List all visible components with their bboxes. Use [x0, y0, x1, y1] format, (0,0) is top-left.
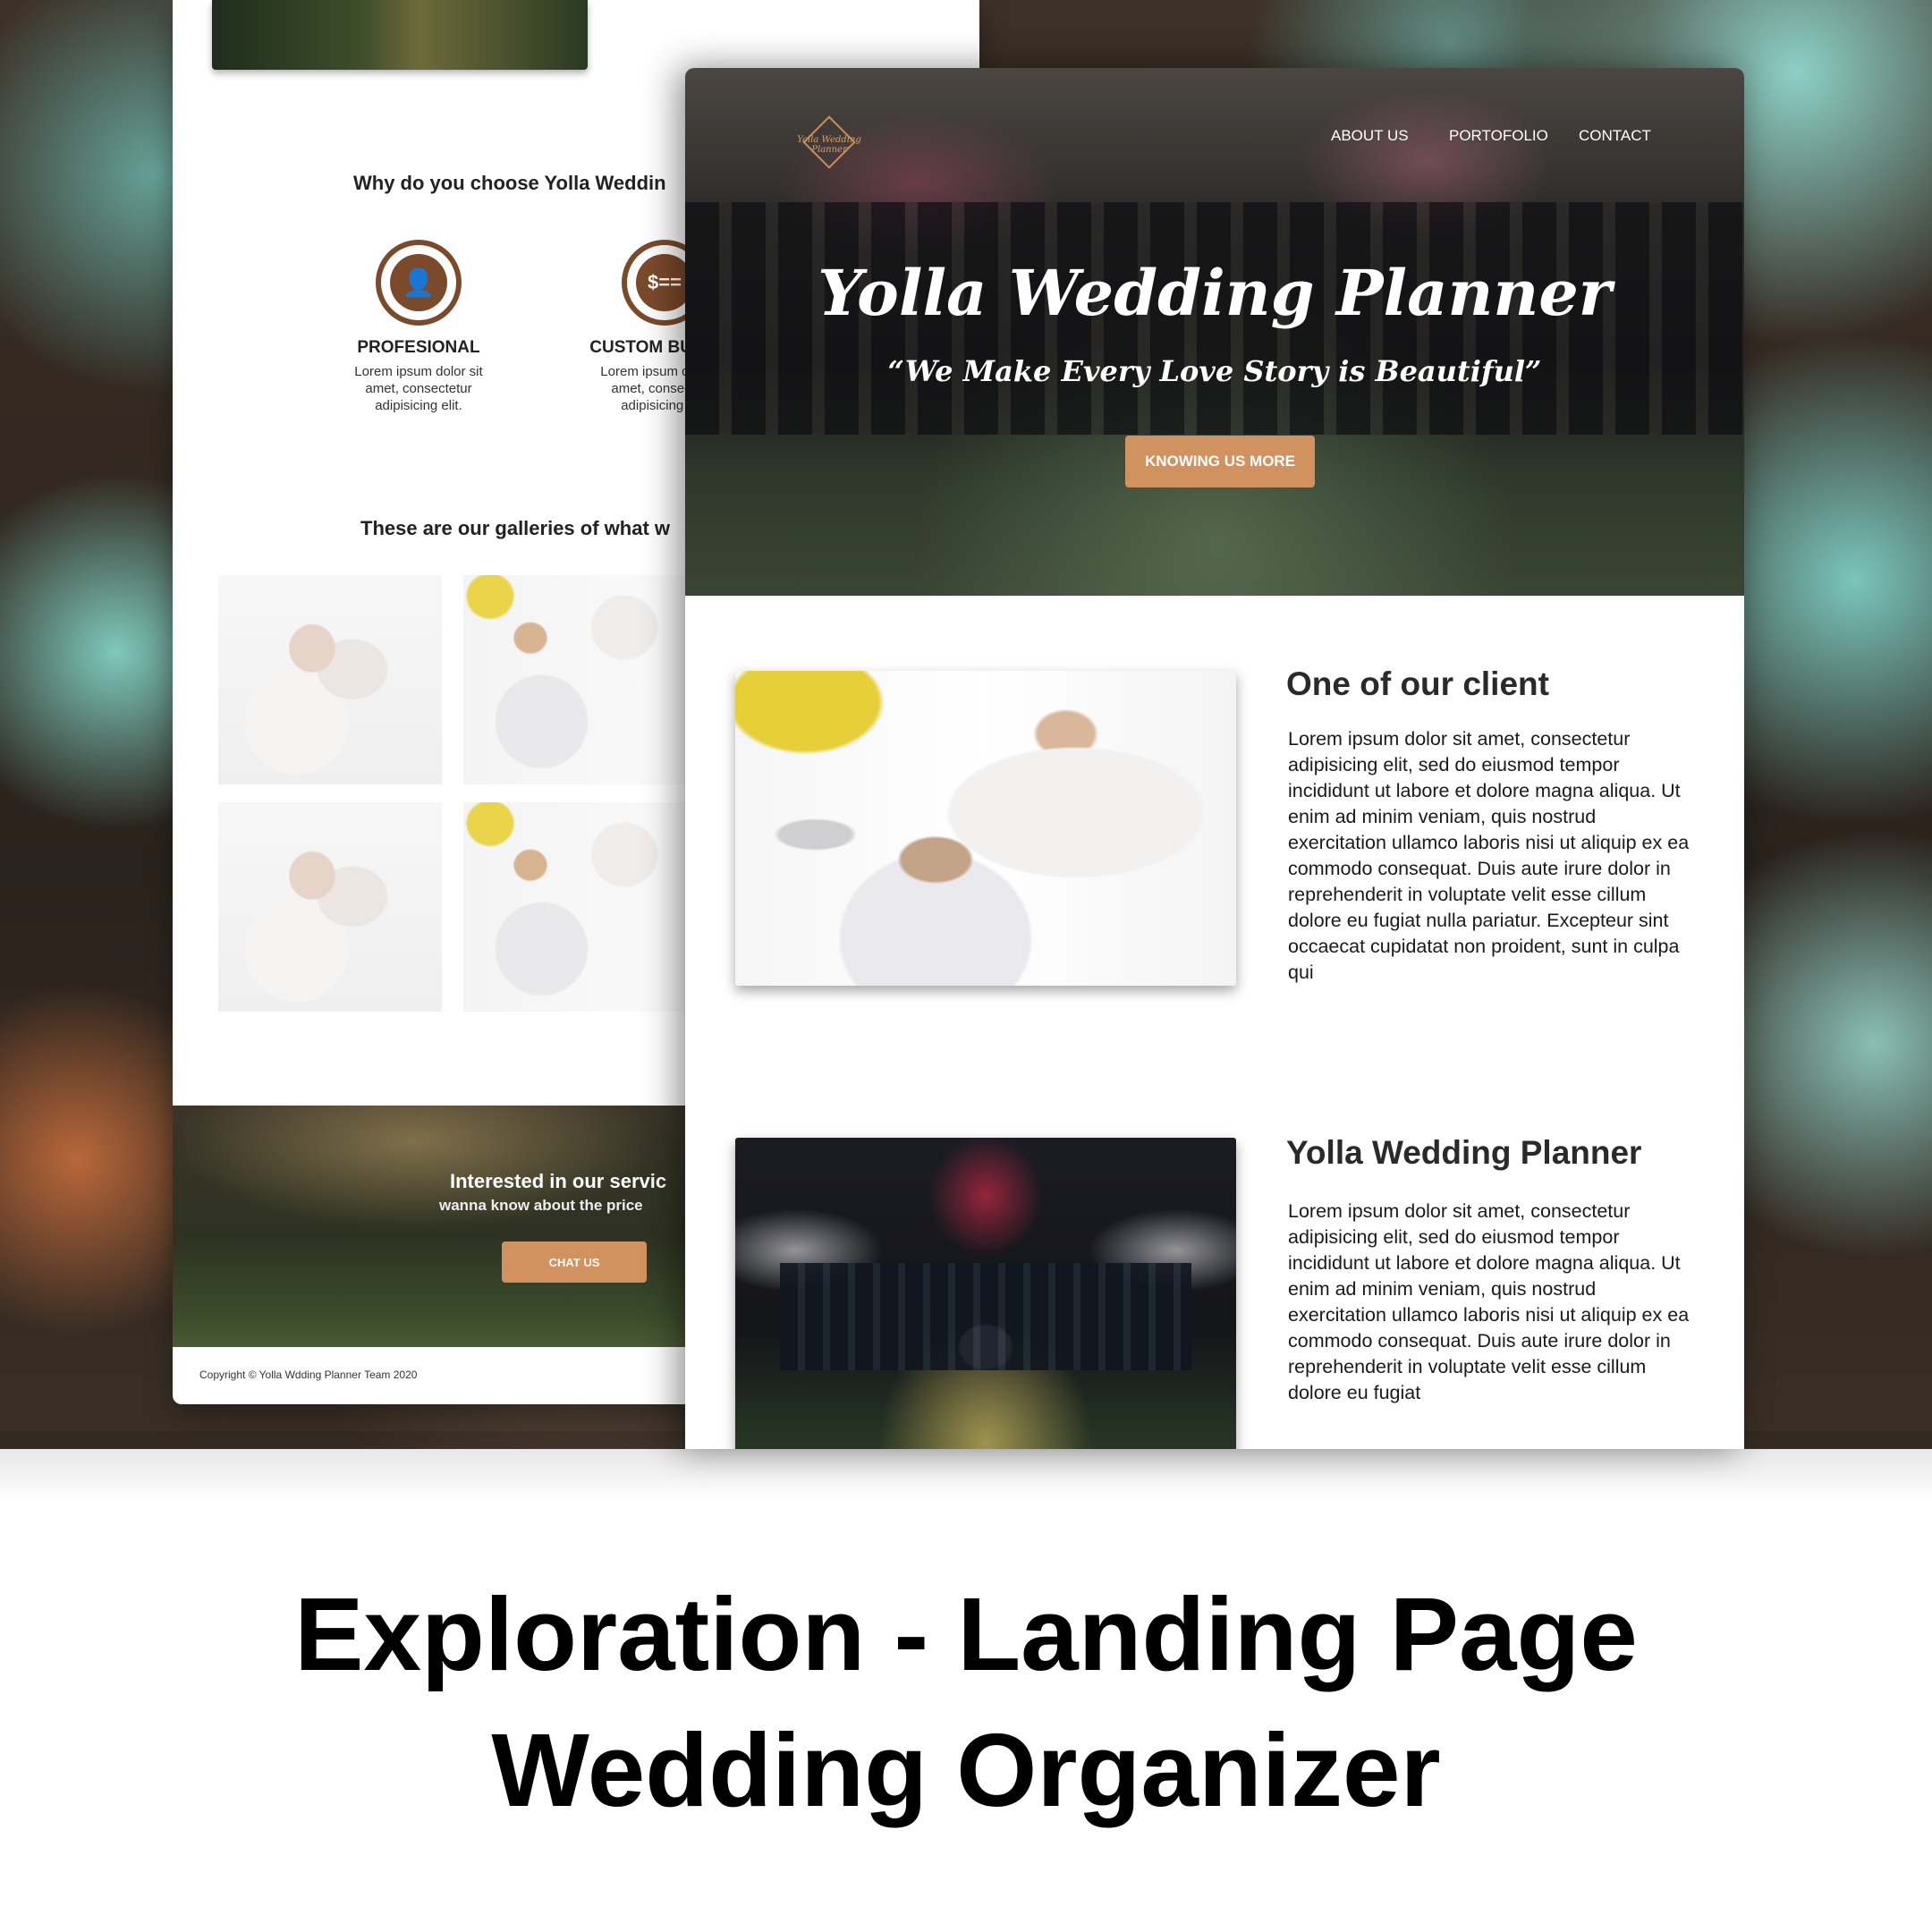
section-title: One of our client	[1286, 665, 1549, 702]
nav-portofolio[interactable]: PORTOFOLIO	[1449, 127, 1548, 145]
brand-logo[interactable]: Yolla Wedding Planner	[791, 115, 868, 170]
front-page-mockup: Yolla Wedding Planner ABOUT US PORTOFOLI…	[685, 68, 1744, 1449]
feature-title: PROFESIONAL	[357, 338, 480, 357]
cta-subheading: wanna know about the price	[439, 1197, 643, 1214]
hero-title: Yolla Wedding Planner	[818, 256, 1612, 330]
back-top-photo	[212, 0, 588, 70]
gallery-photo[interactable]	[218, 575, 442, 784]
section-body: Lorem ipsum dolor sit amet, consectetur …	[1288, 1200, 1690, 1403]
cta-heading: Interested in our servic	[450, 1170, 667, 1192]
hero-tagline: “We Make Every Love Story is Beautiful”	[887, 354, 1542, 388]
feature-desc: Lorem ipsum dolor sit amet, consectetur …	[354, 364, 483, 413]
nav-about-us[interactable]: ABOUT US	[1331, 127, 1409, 145]
nav-contact[interactable]: CONTACT	[1579, 127, 1651, 145]
user-icon: 👤	[376, 240, 462, 326]
section-body: Lorem ipsum dolor sit amet, consectetur …	[1288, 728, 1690, 983]
caption-line-2: Wedding Organizer	[491, 1712, 1441, 1828]
hero-section: Yolla Wedding Planner ABOUT US PORTOFOLI…	[685, 68, 1744, 596]
section-title: Yolla Wedding Planner	[1286, 1134, 1642, 1171]
feature-profesional: 👤 PROFESIONAL Lorem ipsum dolor sit amet…	[320, 240, 517, 414]
caption-line-1: Exploration - Landing Page	[294, 1576, 1638, 1692]
gallery-photo[interactable]	[463, 802, 687, 1012]
gallery-photo[interactable]	[463, 575, 687, 784]
gallery-photo[interactable]	[218, 802, 442, 1012]
client-photo	[735, 671, 1236, 986]
copyright-text: Copyright © Yolla Wdding Planner Team 20…	[199, 1368, 418, 1381]
chat-us-button[interactable]: CHAT US	[502, 1241, 647, 1283]
team-photo	[735, 1138, 1236, 1449]
gallery-heading: These are our galleries of what w	[360, 517, 670, 539]
knowing-us-more-button[interactable]: KNOWING US MORE	[1125, 436, 1315, 487]
